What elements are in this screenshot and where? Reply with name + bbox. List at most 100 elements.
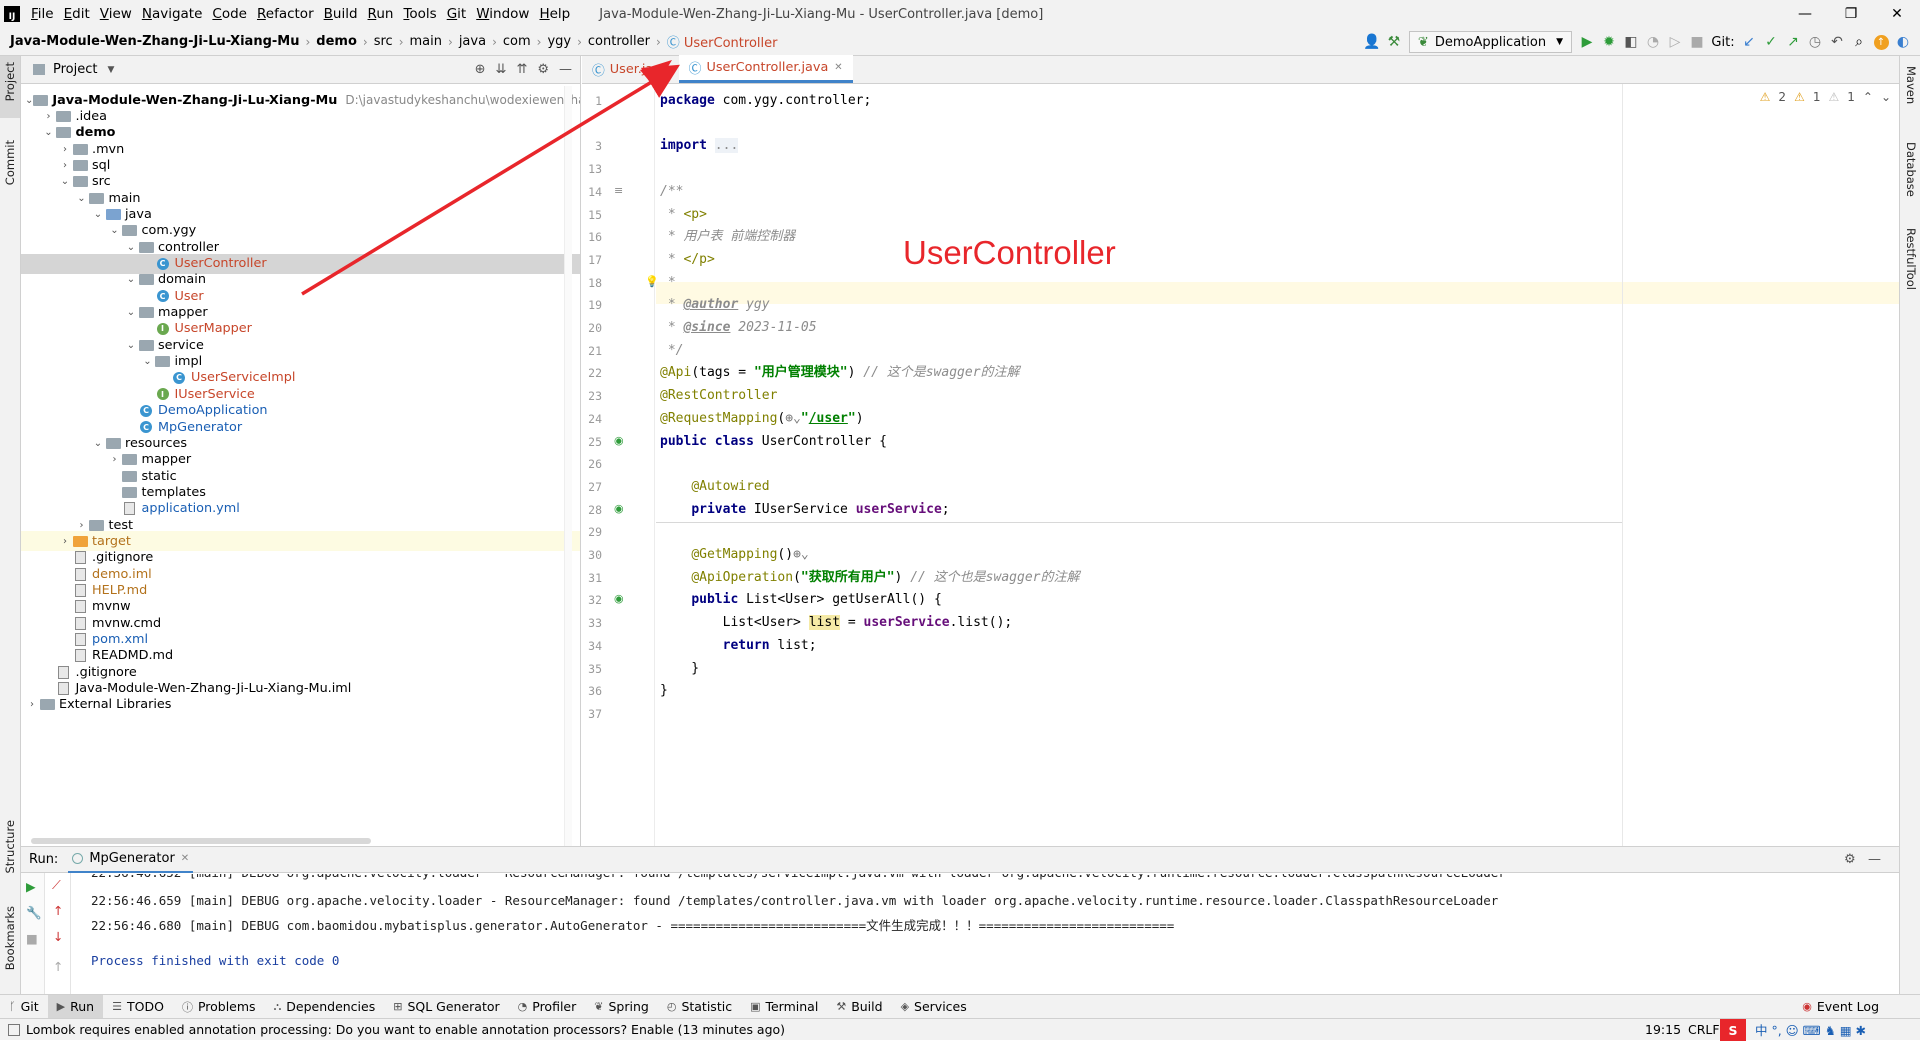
hide-panel-icon[interactable]: — [559,62,572,77]
locate-icon[interactable]: ⊕ [475,62,486,77]
bottom-tab-services[interactable]: ◈ Services [892,999,976,1014]
menu-item-window[interactable]: Window [471,6,534,22]
bottom-tab-todo[interactable]: ☰ TODO [103,999,173,1014]
event-log-tab[interactable]: ◉ Event Log [1793,999,1888,1014]
chevron-down-icon[interactable]: ⌄ [58,176,72,187]
chevron-right-icon[interactable]: › [108,454,122,465]
bottom-tab-git[interactable]: ᚴ Git [0,999,48,1014]
chevron-down-icon[interactable]: ⌄ [42,127,56,138]
build-hammer-icon[interactable]: ⚒ [1383,31,1405,53]
git-push-icon[interactable]: ↗ [1782,31,1804,53]
caret-position[interactable]: 19:15 [1645,1022,1681,1037]
next-highlight-icon[interactable]: ⌄ [1881,90,1891,104]
restore-icon[interactable]: ❐ [1828,0,1874,28]
breadcrumb-item[interactable]: com [501,34,533,49]
attach-icon[interactable]: ▷ [1664,31,1686,53]
run-icon[interactable]: ▶ [1576,31,1598,53]
menu-item-git[interactable]: Git [442,6,472,22]
breadcrumb-item[interactable]: Ⓒ UserController [665,32,780,51]
chevron-right-icon[interactable]: › [58,536,72,547]
database-tool-tab[interactable]: Database [1904,142,1918,197]
close-icon[interactable]: ✕ [1874,0,1920,28]
menu-item-tools[interactable]: Tools [398,6,441,22]
bottom-tab-statistic[interactable]: ◴ Statistic [658,999,741,1014]
chevron-down-icon[interactable]: ▼ [107,65,114,75]
spring-bean-icon[interactable]: ◉ [614,502,624,515]
sogou-ime-icon[interactable]: S [1720,1019,1746,1041]
soft-wrap-icon[interactable]: ⟋ [52,877,61,893]
stop-icon[interactable]: ■ [26,931,38,946]
collapse-all-icon[interactable]: ⇈ [516,62,527,77]
bottom-tab-build[interactable]: ⚒ Build [827,999,891,1014]
wrench-icon[interactable]: 🔧 [26,905,42,921]
chevron-right-icon[interactable]: › [42,111,56,122]
update-icon[interactable]: ↑ [1870,31,1892,53]
tree-horizontal-scrollbar[interactable] [31,838,371,844]
structure-tool-tab[interactable]: Structure [3,820,17,874]
menu-item-navigate[interactable]: Navigate [137,6,208,22]
coverage-icon[interactable]: ◧ [1620,31,1642,53]
plugin-icon[interactable]: ◐ [1892,31,1914,53]
chevron-down-icon[interactable]: ⌄ [124,274,138,285]
rerun-icon[interactable]: ▶ [26,879,36,894]
close-icon[interactable]: ✕ [834,62,842,73]
scroll-up-icon[interactable]: ↑ [53,959,63,974]
bottom-tab-profiler[interactable]: ◔ Profiler [509,999,586,1014]
menu-item-build[interactable]: Build [319,6,363,22]
debug-icon[interactable]: ✹ [1598,31,1620,53]
chevron-right-icon[interactable]: › [58,144,72,155]
settings-gear-icon[interactable]: ⚙ [537,62,549,77]
chevron-down-icon[interactable]: ⌄ [141,356,155,367]
breadcrumb-item[interactable]: java [457,34,488,49]
chevron-down-icon[interactable]: ⌄ [91,209,105,220]
chevron-down-icon[interactable]: ⌄ [25,95,33,106]
chevron-down-icon[interactable]: ⌄ [108,225,122,236]
fold-icon[interactable]: ≡ [614,184,623,197]
chevron-down-icon[interactable]: ⌄ [124,307,138,318]
menu-item-code[interactable]: Code [207,6,252,22]
breadcrumb-item[interactable]: main [408,34,444,49]
maven-tool-tab[interactable]: Maven [1904,66,1918,104]
breadcrumb-item[interactable]: Java-Module-Wen-Zhang-Ji-Lu-Xiang-Mu [8,34,301,49]
bottom-tab-spring[interactable]: ❦ Spring [585,999,658,1014]
project-tool-tab[interactable]: Project [3,62,17,101]
project-view-select[interactable]: Project [53,62,97,77]
chevron-right-icon[interactable]: › [75,520,89,531]
run-configuration-select[interactable]: ❦ DemoApplication ▼ [1408,31,1572,53]
spring-bean-icon[interactable]: ◉ [614,434,624,447]
menu-item-run[interactable]: Run [363,6,399,22]
profile-icon[interactable]: ◔ [1642,31,1664,53]
git-update-icon[interactable]: ↙ [1738,31,1760,53]
chevron-down-icon[interactable]: ⌄ [91,438,105,449]
tab-user-java[interactable]: Ⓒ User.java [582,55,679,83]
menu-item-edit[interactable]: Edit [59,6,95,22]
commit-tool-tab[interactable]: Commit [3,140,17,185]
user-icon[interactable]: 👤 [1361,31,1383,53]
up-arrow-icon[interactable]: ↑ [53,903,63,918]
search-icon[interactable]: ⌕ [1848,31,1870,53]
breadcrumb-item[interactable]: ygy [545,34,573,49]
inspection-widget[interactable]: ⚠ 2 ⚠ 1 ⚠ 1 ⌃ ⌄ [1760,90,1891,104]
expand-all-icon[interactable]: ⇊ [496,62,507,77]
breadcrumb-item[interactable]: controller [586,34,652,49]
prev-highlight-icon[interactable]: ⌃ [1863,90,1873,104]
down-arrow-icon[interactable]: ↓ [53,929,63,944]
chevron-right-icon[interactable]: › [58,160,72,171]
spring-bean-icon[interactable]: ◉ [614,592,624,605]
bookmarks-tool-tab[interactable]: Bookmarks [3,906,17,970]
menu-item-refactor[interactable]: Refactor [252,6,319,22]
restfultool-tool-tab[interactable]: RestfulTool [1904,228,1918,290]
chevron-down-icon[interactable]: ⌄ [124,242,138,253]
chevron-right-icon[interactable]: › [25,699,39,710]
status-message[interactable]: Lombok requires enabled annotation proce… [26,1022,785,1037]
menu-item-file[interactable]: File [26,6,59,22]
tree-scrollbar[interactable] [564,86,572,846]
bottom-tab-sql-generator[interactable]: ⊞ SQL Generator [384,999,508,1014]
ime-tray-icons[interactable]: 中 °, ☺ ⌨ ♞ ▦ ✱ [1755,1020,1866,1039]
close-icon[interactable]: ✕ [181,853,189,864]
history-icon[interactable]: ◷ [1804,31,1826,53]
breadcrumb-item[interactable]: src [372,34,395,49]
git-commit-icon[interactable]: ✓ [1760,31,1782,53]
tree-item[interactable]: › External Libraries [21,695,580,715]
bottom-tab-dependencies[interactable]: ⛬ Dependencies [265,999,385,1014]
